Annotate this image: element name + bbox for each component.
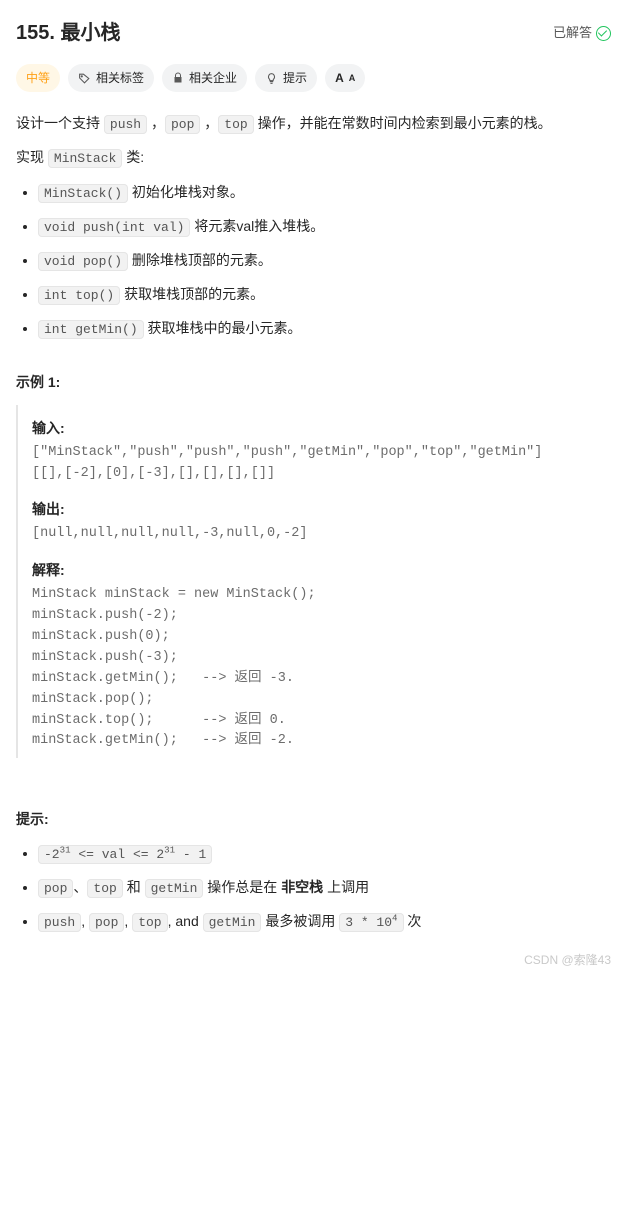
constraint-code: -231 <= val <= 231 - 1 xyxy=(38,845,212,864)
list-item: -231 <= val <= 231 - 1 xyxy=(38,842,611,866)
list-item: push, pop, top, and getMin 最多被调用 3 * 104… xyxy=(38,910,611,934)
output-label: 输出: xyxy=(32,498,611,522)
problem-title: 155. 最小栈 xyxy=(16,16,120,50)
list-item: void push(int val) 将元素val推入堆栈。 xyxy=(38,215,611,239)
font-size-pill[interactable]: AA xyxy=(325,64,365,92)
code-push: push xyxy=(104,115,147,134)
explain-label: 解释: xyxy=(32,559,611,583)
input-label: 输入: xyxy=(32,417,611,441)
problem-header: 155. 最小栈 已解答 xyxy=(16,16,611,50)
constraint-code: push xyxy=(38,913,81,932)
bold-text: 非空栈 xyxy=(281,879,323,895)
solved-label: 已解答 xyxy=(553,22,592,44)
constraint-code: getMin xyxy=(203,913,262,932)
related-tags-label: 相关标签 xyxy=(96,68,144,88)
constraints-title: 提示: xyxy=(16,808,611,832)
code-top: top xyxy=(218,115,253,134)
lock-icon xyxy=(172,72,184,84)
code-minstack: MinStack xyxy=(48,149,122,168)
list-item: int getMin() 获取堆栈中的最小元素。 xyxy=(38,317,611,341)
hint-label: 提示 xyxy=(283,68,307,88)
solved-status: 已解答 xyxy=(553,22,611,44)
method-code: int getMin() xyxy=(38,320,144,339)
list-item: void pop() 删除堆栈顶部的元素。 xyxy=(38,249,611,273)
problem-description: 设计一个支持 push ，pop ，top 操作，并能在常数时间内检索到最小元素… xyxy=(16,112,611,170)
constraint-code: pop xyxy=(38,879,73,898)
list-item: int top() 获取堆栈顶部的元素。 xyxy=(38,283,611,307)
output-content: [null,null,null,null,-3,null,0,-2] xyxy=(32,524,611,545)
tag-icon xyxy=(78,72,91,85)
methods-list: MinStack() 初始化堆栈对象。 void push(int val) 将… xyxy=(16,181,611,341)
check-icon xyxy=(596,26,611,41)
constraints-list: -231 <= val <= 231 - 1 pop、top 和 getMin … xyxy=(16,842,611,934)
method-code: MinStack() xyxy=(38,184,128,203)
code-pop: pop xyxy=(165,115,200,134)
related-tags-pill[interactable]: 相关标签 xyxy=(68,64,154,92)
tags-row: 中等 相关标签 相关企业 提示 AA xyxy=(16,64,611,92)
example-title: 示例 1: xyxy=(16,371,611,395)
constraint-code: 3 * 104 xyxy=(339,913,403,932)
constraint-code: top xyxy=(132,913,167,932)
watermark: CSDN @索隆43 xyxy=(16,950,611,970)
related-companies-pill[interactable]: 相关企业 xyxy=(162,64,247,92)
method-code: void pop() xyxy=(38,252,128,271)
method-code: void push(int val) xyxy=(38,218,190,237)
desc-paragraph-2: 实现 MinStack 类: xyxy=(16,146,611,170)
list-item: MinStack() 初始化堆栈对象。 xyxy=(38,181,611,205)
related-companies-label: 相关企业 xyxy=(189,68,237,88)
constraint-code: top xyxy=(87,879,122,898)
input-content: ["MinStack","push","push","push","getMin… xyxy=(32,443,611,485)
list-item: pop、top 和 getMin 操作总是在 非空栈 上调用 xyxy=(38,876,611,900)
desc-paragraph-1: 设计一个支持 push ，pop ，top 操作，并能在常数时间内检索到最小元素… xyxy=(16,112,611,136)
constraint-code: getMin xyxy=(145,879,204,898)
explain-content: MinStack minStack = new MinStack(); minS… xyxy=(32,585,611,752)
constraint-code: pop xyxy=(89,913,124,932)
example-block: 输入: ["MinStack","push","push","push","ge… xyxy=(16,405,611,759)
difficulty-pill[interactable]: 中等 xyxy=(16,64,60,92)
hint-pill[interactable]: 提示 xyxy=(255,64,317,92)
method-code: int top() xyxy=(38,286,120,305)
bulb-icon xyxy=(265,72,278,85)
